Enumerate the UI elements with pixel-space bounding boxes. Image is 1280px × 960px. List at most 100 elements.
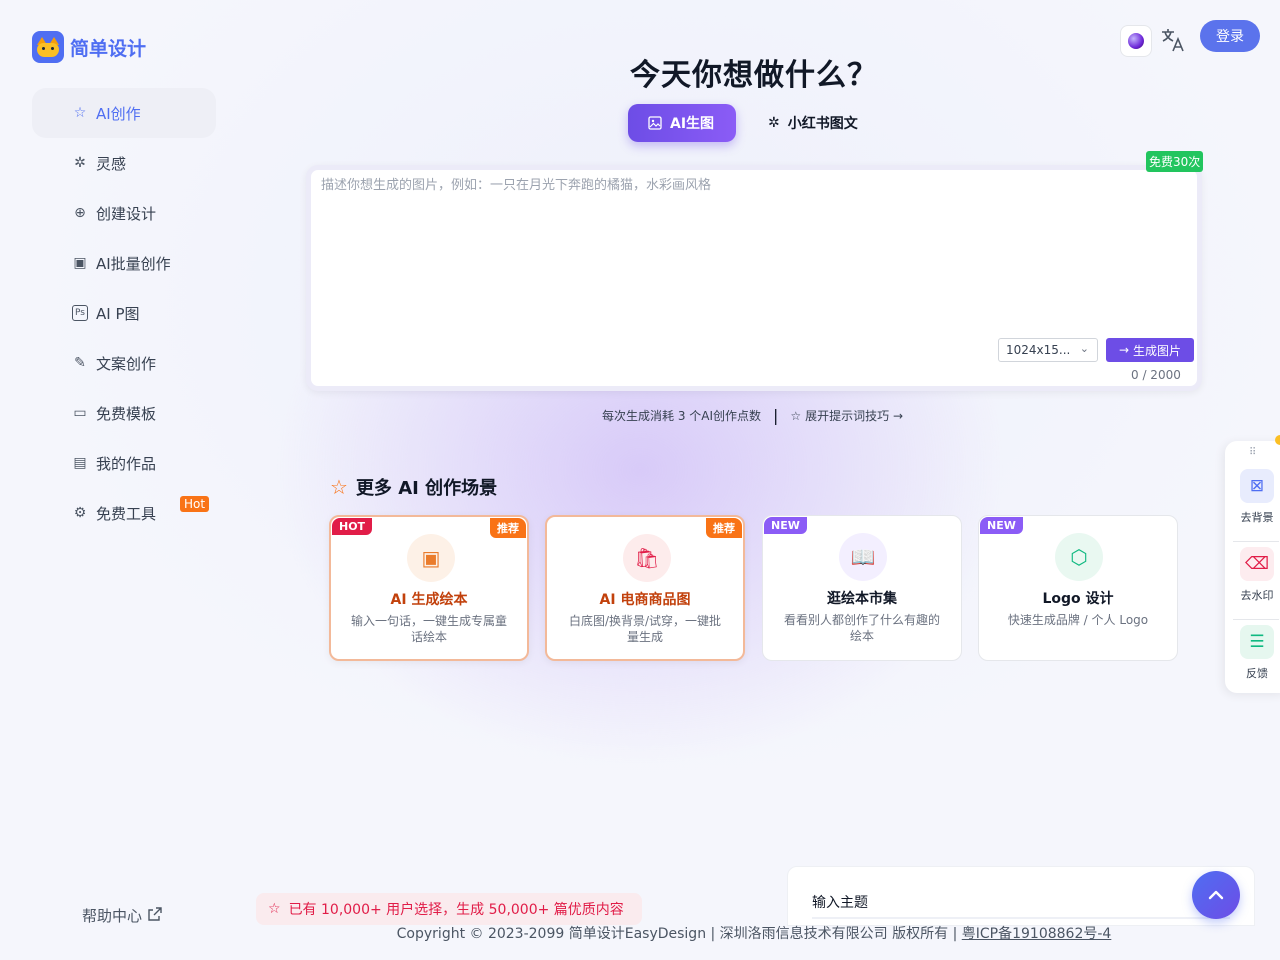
crystal-ball-icon — [1128, 33, 1144, 49]
quick-tools-panel: ⠿ ⊠ 去背景 ⌫ 去水印 ☰ 反馈 — [1225, 441, 1280, 693]
sidebar-item-8[interactable]: ⚙ 免费工具 Hot — [32, 488, 216, 538]
sidebar-item-label: 创建设计 — [96, 204, 157, 223]
scenes-title: 更多 AI 创作场景 — [355, 478, 498, 499]
icp-link[interactable]: 粤ICP备19108862号-4 — [962, 926, 1112, 942]
scene-card[interactable]: HOT 推荐 ▣ AI 生成绘本 输入一句话，一键生成专属童话绘本 — [329, 515, 529, 661]
notification-dot — [1275, 435, 1280, 445]
scene-icon: ▣ — [407, 534, 455, 582]
sidebar-item-label: AI P图 — [96, 304, 140, 323]
tab-label: AI生图 — [670, 116, 715, 132]
scene-card[interactable]: 推荐 🛍 AI 电商商品图 白底图/换背景/试穿，一键批量生成 — [545, 515, 745, 661]
recommend-badge: 推荐 — [706, 518, 742, 538]
topic-input[interactable] — [812, 917, 1230, 919]
divider — [1233, 619, 1279, 620]
scene-icon: ⬡ — [1055, 533, 1103, 581]
login-button[interactable]: 登录 — [1200, 20, 1260, 52]
copyright-text: Copyright © 2023-2099 简单设计EasyDesign | 深… — [396, 926, 962, 942]
tips-toggle[interactable]: ☆ 展开提示词技巧 → — [790, 407, 903, 424]
sidebar-item-label: 免费工具 — [96, 504, 157, 523]
sidebar-item-label: 我的作品 — [96, 454, 157, 473]
free-quota-badge: 免费30次 — [1146, 151, 1204, 172]
sidebar-item-label: 文案创作 — [96, 354, 157, 373]
hint-row: 每次生成消耗 3 个AI创作点数 | ☆ 展开提示词技巧 → — [602, 406, 903, 425]
generate-label: 生成图片 — [1133, 343, 1182, 358]
tool-label: 反馈 — [1246, 667, 1268, 680]
scene-icon: 📖 — [839, 533, 887, 581]
sidebar-item-2[interactable]: ⊕ 创建设计 — [32, 188, 216, 238]
card-tag: NEW — [764, 517, 807, 534]
tool-label: 去水印 — [1240, 589, 1274, 602]
arrow-right-icon: → — [1118, 343, 1130, 357]
sidebar-item-label: 灵感 — [96, 154, 127, 173]
sidebar-item-icon: ✲ — [74, 155, 86, 171]
sidebar-item-0[interactable]: ☆ AI创作 — [32, 88, 216, 138]
star-icon: ☆ — [330, 475, 348, 499]
sidebar-item-4[interactable]: Ps AI P图 — [32, 288, 216, 338]
scene-title: AI 生成绘本 — [390, 592, 468, 608]
divider: | — [773, 406, 779, 425]
scene-title: Logo 设计 — [1042, 591, 1114, 607]
page-title: 今天你想做什么？ — [630, 58, 878, 93]
sidebar-item-icon: Ps — [72, 305, 88, 321]
tool-icon: ⊠ — [1240, 469, 1274, 503]
sidebar-item-icon: ⊕ — [74, 205, 86, 221]
stats-banner: ☆ 已有 10,000+ 用户选择，生成 50,000+ 篇优质内容 — [256, 893, 642, 925]
sidebar-nav: ☆ AI创作 ✲ 灵感 ⊕ 创建设计 ▣ AI批量创作 Ps AI P图 ✎ 文案创作 ▭ 免费模板 ▤ 我的… — [32, 88, 216, 538]
quick-tool-1[interactable]: ⌫ 去水印 — [1233, 547, 1280, 603]
tool-label: 去背景 — [1240, 511, 1274, 524]
scene-description: 看看别人都创作了什么有趣的绘本 — [783, 613, 940, 643]
sidebar-item-6[interactable]: ▭ 免费模板 — [32, 388, 216, 438]
sidebar-item-label: 免费模板 — [96, 404, 157, 423]
mode-tabs: AI生图 ✲ 小红书图文 — [628, 104, 878, 142]
tool-icon: ☰ — [1240, 625, 1274, 659]
tab-xiaohongshu[interactable]: ✲ 小红书图文 — [748, 104, 878, 142]
sidebar-item-5[interactable]: ✎ 文案创作 — [32, 338, 216, 388]
sidebar-item-icon: ☆ — [73, 105, 87, 121]
scenes-heading: ☆ 更多 AI 创作场景 — [330, 474, 497, 500]
prompt-input[interactable] — [321, 174, 1181, 334]
image-icon — [648, 116, 662, 130]
stats-text: 已有 10,000+ 用户选择，生成 50,000+ 篇优质内容 — [288, 902, 624, 918]
sidebar-item-7[interactable]: ▤ 我的作品 — [32, 438, 216, 488]
recommend-badge: 推荐 — [490, 518, 526, 538]
scene-card[interactable]: NEW 📖 逛绘本市集看看别人都创作了什么有趣的绘本 — [762, 515, 962, 661]
tab-ai-image[interactable]: AI生图 — [628, 104, 736, 142]
char-counter: 0 / 2000 — [1131, 368, 1181, 382]
scene-card[interactable]: NEW ⬡ Logo 设计快速生成品牌 / 个人 Logo — [978, 515, 1178, 661]
scene-title: AI 电商商品图 — [599, 592, 691, 608]
scene-description: 快速生成品牌 / 个人 Logo — [1007, 613, 1149, 627]
hot-badge: Hot — [180, 496, 210, 512]
drag-handle-icon[interactable]: ⠿ — [1249, 447, 1256, 458]
prompt-panel: 1024x15... ⌄ → 生成图片 0 / 2000 — [306, 165, 1202, 391]
chevron-up-icon — [1208, 890, 1224, 900]
scene-description: 输入一句话，一键生成专属童话绘本 — [350, 614, 507, 644]
divider — [1233, 541, 1279, 542]
cost-text: 每次生成消耗 3 个AI创作点数 — [602, 409, 762, 423]
scene-title: 逛绘本市集 — [827, 591, 897, 607]
chevron-down-icon: ⌄ — [1079, 342, 1089, 355]
tips-label: 展开提示词技巧 → — [805, 409, 904, 423]
tab-label: 小红书图文 — [787, 116, 858, 132]
tool-icon: ⌫ — [1240, 547, 1274, 581]
back-to-top-button[interactable] — [1192, 871, 1240, 919]
sparkle-icon: ✲ — [768, 115, 780, 131]
quick-tool-0[interactable]: ⊠ 去背景 — [1233, 469, 1280, 525]
card-tag: NEW — [980, 517, 1023, 534]
generate-image-button[interactable]: → 生成图片 — [1106, 338, 1194, 362]
sidebar-item-label: AI创作 — [96, 104, 141, 123]
scene-description: 白底图/换背景/试穿，一键批量生成 — [568, 614, 722, 644]
sidebar-item-icon: ▣ — [73, 255, 87, 271]
topic-label: 输入主题 — [812, 895, 868, 911]
sidebar-item-icon: ▭ — [73, 405, 87, 421]
external-link-icon — [148, 906, 162, 925]
sidebar-item-1[interactable]: ✲ 灵感 — [32, 138, 216, 188]
quick-tool-2[interactable]: ☰ 反馈 — [1233, 625, 1280, 681]
size-select[interactable]: 1024x15... ⌄ — [998, 338, 1098, 362]
size-value: 1024x15... — [1006, 343, 1071, 357]
copyright: Copyright © 2023-2099 简单设计EasyDesign | 深… — [0, 923, 1280, 943]
sidebar-item-label: AI批量创作 — [96, 254, 171, 273]
sidebar-item-icon: ⚙ — [73, 505, 87, 521]
topic-panel: 输入主题 — [787, 866, 1255, 926]
star-icon: ☆ — [268, 901, 281, 917]
sidebar-item-3[interactable]: ▣ AI批量创作 — [32, 238, 216, 288]
